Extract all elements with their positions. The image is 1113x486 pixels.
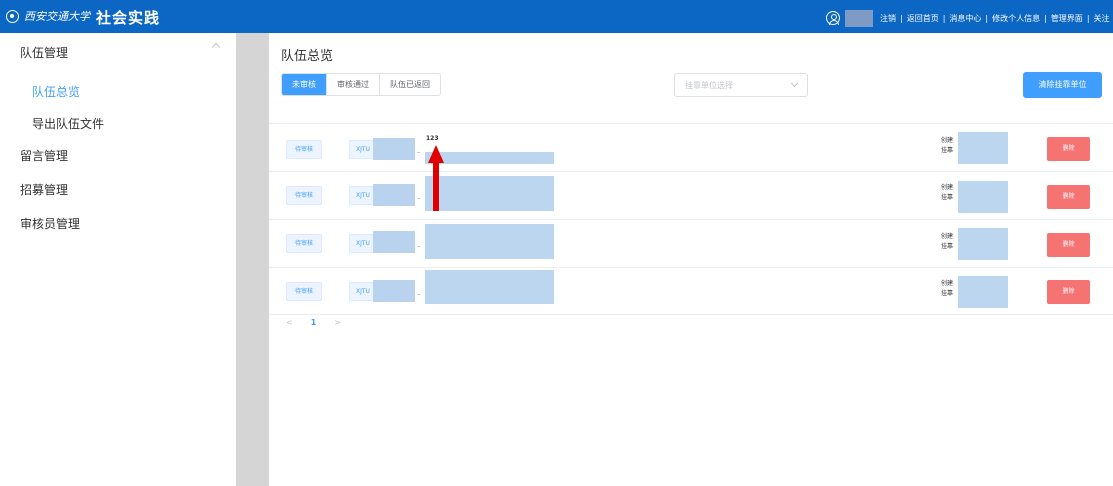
team-id-redacted [373, 184, 415, 206]
sidebar-item-export-team-files[interactable]: 导出队伍文件 [32, 115, 104, 132]
meta-redacted [958, 228, 1008, 260]
team-name-redacted [425, 224, 554, 259]
prev-page-button[interactable]: < [286, 318, 293, 327]
sidebar: 队伍管理 队伍总览 导出队伍文件 留言管理 招募管理 审核员管理 [0, 33, 236, 486]
university-logo-text: 西安交通大学 [24, 10, 90, 23]
table-row: 待审核 XJTU – 创建 挂靠 删除 [269, 267, 1113, 315]
affiliation-label: 挂靠 [941, 243, 954, 250]
meta-redacted [958, 181, 1008, 213]
user-avatar-icon[interactable] [826, 11, 840, 25]
affiliation-select-placeholder: 挂靠单位选择 [685, 81, 733, 90]
separator-dash: – [417, 242, 421, 250]
delete-button[interactable]: 删除 [1047, 137, 1090, 161]
separator-dash: – [417, 290, 421, 298]
status-tabs: 未审核 审核通过 队伍已返回 [281, 73, 441, 96]
meta-redacted [958, 132, 1008, 164]
team-id-redacted [373, 280, 415, 302]
team-id-redacted [373, 138, 415, 160]
team-id-redacted [373, 231, 415, 253]
next-page-button[interactable]: > [334, 318, 341, 327]
separator-dash: – [417, 194, 421, 202]
team-id-prefix: XJTU [356, 288, 370, 295]
created-label: 创建 [941, 233, 954, 240]
message-center-link[interactable]: 消息中心 [949, 14, 981, 23]
separator-dash: – [417, 148, 421, 156]
page-number[interactable]: 1 [311, 318, 317, 327]
chevron-down-icon [790, 79, 799, 88]
page-title: 队伍总览 [281, 49, 334, 64]
clear-affiliation-button[interactable]: 清除挂靠单位 [1023, 72, 1102, 98]
created-label: 创建 [941, 184, 954, 191]
admin-link[interactable]: 管理界面 [1051, 14, 1083, 23]
tab-returned[interactable]: 队伍已返回 [379, 74, 440, 95]
delete-button[interactable]: 删除 [1047, 185, 1090, 209]
follow-link[interactable]: 关注 [1094, 14, 1110, 23]
team-name-redacted [425, 152, 554, 164]
created-label: 创建 [941, 137, 954, 144]
table-row: 待审核 XJTU – 123 创建 挂靠 删除 [269, 123, 1113, 171]
meta-redacted [958, 276, 1008, 308]
affiliation-label: 挂靠 [941, 194, 954, 201]
edit-profile-link[interactable]: 修改个人信息 [992, 14, 1040, 23]
tab-approved[interactable]: 审核通过 [326, 74, 379, 95]
logout-link[interactable]: 注销 [880, 14, 896, 23]
sidebar-group-team[interactable]: 队伍管理 [20, 44, 68, 61]
affiliation-label: 挂靠 [941, 147, 954, 154]
team-name: 123 [426, 135, 439, 142]
affiliation-select[interactable]: 挂靠单位选择 [674, 73, 808, 97]
delete-button[interactable]: 删除 [1047, 280, 1090, 304]
top-header: 西安交通大学 社会实践 注销 | 返回首页 | 消息中心 | 修改个人信息 | 管理界面 | 关注 [0, 0, 1113, 33]
sidebar-scroll-gutter [236, 33, 269, 486]
table-row: 待审核 XJTU – 创建 挂靠 删除 [269, 219, 1113, 267]
team-id-prefix: XJTU [356, 240, 370, 247]
chevron-up-icon[interactable] [211, 42, 221, 52]
team-id-prefix: XJTU [356, 146, 370, 153]
table-row: 待审核 XJTU – 创建 挂靠 删除 [269, 171, 1113, 219]
university-seal-icon [6, 10, 19, 23]
red-annotation-arrow-icon [428, 145, 444, 211]
status-badge: 待审核 [286, 234, 322, 253]
sidebar-item-team-overview[interactable]: 队伍总览 [32, 83, 80, 100]
status-badge: 待审核 [286, 282, 322, 301]
pagination: < 1 > [286, 318, 341, 327]
delete-button[interactable]: 删除 [1047, 233, 1090, 257]
header-links: 注销 | 返回首页 | 消息中心 | 修改个人信息 | 管理界面 | 关注 [880, 14, 1110, 23]
team-id-prefix: XJTU [356, 192, 370, 199]
team-name-redacted [425, 270, 554, 304]
affiliation-label: 挂靠 [941, 290, 954, 297]
home-link[interactable]: 返回首页 [907, 14, 939, 23]
app-title: 社会实践 [96, 9, 161, 27]
user-name-redacted [845, 10, 873, 27]
sidebar-group-recruit[interactable]: 招募管理 [20, 181, 68, 198]
main-content: 队伍总览 未审核 审核通过 队伍已返回 挂靠单位选择 清除挂靠单位 待审核 XJ… [269, 33, 1113, 486]
sidebar-group-messages[interactable]: 留言管理 [20, 147, 68, 164]
status-badge: 待审核 [286, 186, 322, 205]
tab-pending[interactable]: 未审核 [282, 74, 326, 95]
team-name-redacted [425, 176, 554, 211]
sidebar-group-reviewers[interactable]: 审核员管理 [20, 215, 80, 232]
created-label: 创建 [941, 280, 954, 287]
status-badge: 待审核 [286, 140, 322, 159]
